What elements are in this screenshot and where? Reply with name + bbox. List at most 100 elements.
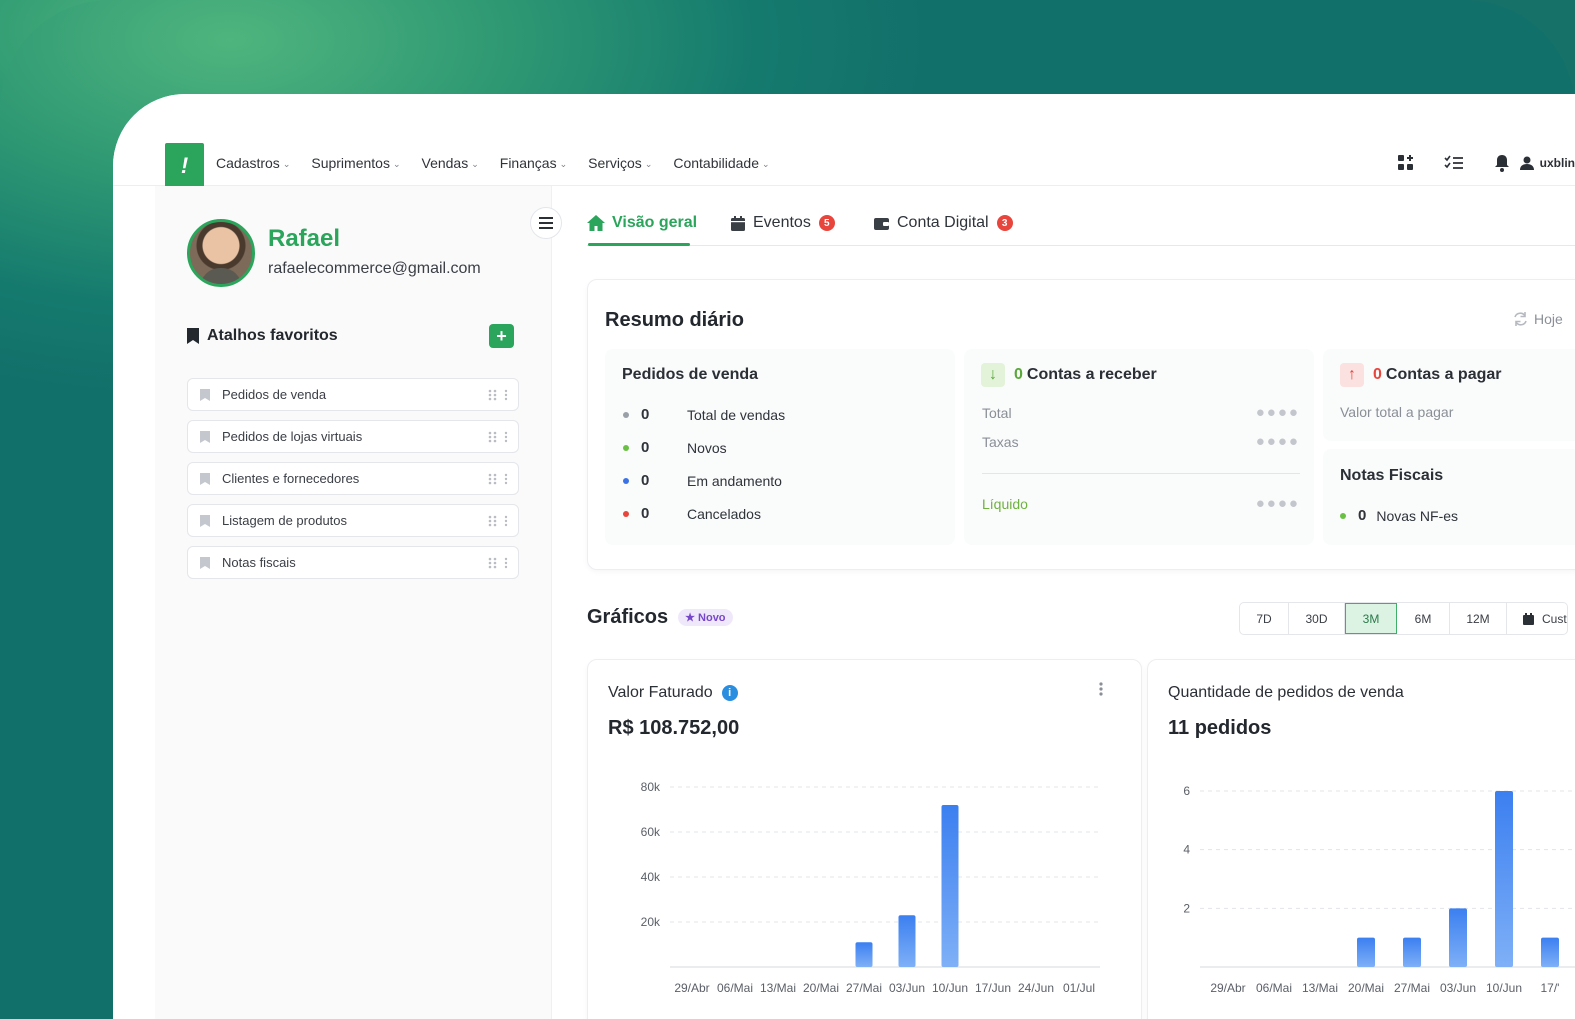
stat-novas-nfes[interactable]: 0 Novas NF-es: [1340, 507, 1458, 524]
star-icon: ★: [685, 612, 696, 624]
x-tick-label: 29/Abr: [674, 981, 709, 995]
range-6m[interactable]: 6M: [1397, 603, 1450, 634]
tab-conta-digital[interactable]: Conta Digital 3: [874, 214, 1013, 232]
add-favorite-button[interactable]: +: [489, 324, 514, 348]
stat-novos[interactable]: 0 Novos: [623, 439, 727, 456]
row-label: Taxas: [982, 433, 1019, 450]
receivables-net-row: Líquido ●●●●: [982, 495, 1300, 512]
tab-bar: Visão geral Eventos 5 Conta Digital 3: [587, 212, 1575, 246]
x-tick-label: 06/Mai: [717, 981, 753, 995]
bar[interactable]: [1541, 937, 1559, 967]
bar[interactable]: [1495, 791, 1513, 967]
drag-handle-icon[interactable]: [488, 389, 498, 401]
tab-eventos[interactable]: Eventos 5: [731, 214, 835, 232]
list-item[interactable]: Listagem de produtos: [187, 504, 519, 537]
menu-vendas[interactable]: Vendas ⌄: [422, 155, 479, 171]
period-selector[interactable]: Hoje: [1513, 311, 1563, 327]
drag-handle-icon[interactable]: [488, 431, 498, 443]
list-item[interactable]: Pedidos de venda: [187, 378, 519, 411]
bar[interactable]: [1357, 937, 1375, 967]
status-dot: [1340, 512, 1346, 519]
y-tick-label: 40k: [641, 870, 661, 884]
list-item[interactable]: Clientes e fornecedores: [187, 462, 519, 495]
list-item-label: Pedidos de lojas virtuais: [222, 429, 363, 444]
apps-add-icon[interactable]: [1396, 153, 1416, 173]
receivables-fees-row: Taxas ●●●●: [982, 433, 1300, 450]
bar[interactable]: [898, 915, 916, 967]
top-navbar: ! Cadastros ⌄ Suprimentos ⌄ Vendas ⌄ Finanç…: [113, 94, 1575, 189]
masked-value: ●●●●: [1255, 495, 1300, 512]
bookmark-icon: [200, 388, 210, 401]
panel-title: Notas Fiscais: [1340, 467, 1444, 484]
x-tick-label: 20/Mai: [803, 981, 839, 995]
checklist-icon[interactable]: [1444, 153, 1464, 173]
menu-servicos[interactable]: Serviços ⌄: [588, 155, 652, 171]
bar[interactable]: [1403, 937, 1421, 967]
status-dot: [623, 510, 629, 517]
invoices-panel: Notas Fiscais 0 Novas NF-es: [1323, 449, 1575, 545]
menu-contabilidade[interactable]: Contabilidade ⌄: [673, 155, 769, 171]
stat-cancelados[interactable]: 0 Cancelados: [623, 505, 761, 522]
menu-financas[interactable]: Finanças ⌄: [500, 155, 567, 171]
y-tick-label: 80k: [641, 780, 661, 794]
badge-label: Novo: [698, 611, 726, 624]
bar[interactable]: [855, 942, 873, 967]
x-tick-label: 01/Jul: [1063, 981, 1095, 995]
stat-label: Novas NF-es: [1376, 507, 1459, 524]
list-item[interactable]: Pedidos de lojas virtuais: [187, 420, 519, 453]
range-12m[interactable]: 12M: [1450, 603, 1507, 634]
bookmark-icon: [200, 430, 210, 443]
range-custom[interactable]: Cust: [1507, 603, 1567, 634]
more-vertical-icon[interactable]: [504, 557, 508, 569]
bell-icon[interactable]: [1492, 153, 1512, 173]
drag-handle-icon[interactable]: [488, 515, 498, 527]
x-tick-label: 03/Jun: [889, 981, 925, 995]
tab-visao-geral[interactable]: Visão geral: [587, 214, 697, 232]
more-vertical-icon[interactable]: [504, 389, 508, 401]
avatar[interactable]: [187, 219, 255, 287]
bookmark-icon: [187, 328, 199, 344]
x-tick-label: 27/Mai: [1394, 981, 1430, 995]
stat-value: 0: [641, 406, 650, 423]
panel-title: ↓ 0 Contas a receber: [981, 363, 1157, 387]
x-tick-label: 17/': [1541, 981, 1560, 995]
stat-total-vendas[interactable]: 0 Total de vendas: [623, 406, 785, 423]
list-item-label: Notas fiscais: [222, 555, 296, 570]
user-name: uxblin: [1539, 156, 1575, 170]
more-vertical-icon[interactable]: [504, 515, 508, 527]
more-vertical-icon[interactable]: [504, 431, 508, 443]
drag-handle-icon[interactable]: [488, 473, 498, 485]
tab-label: Eventos: [753, 214, 811, 231]
app-logo[interactable]: !: [165, 143, 204, 189]
hamburger-icon: [539, 217, 553, 229]
period-label: Hoje: [1534, 311, 1563, 327]
range-7d[interactable]: 7D: [1240, 603, 1289, 634]
chevron-down-icon: ⌄: [644, 158, 653, 169]
list-item[interactable]: Notas fiscais: [187, 546, 519, 579]
user-menu[interactable]: uxblin: [1519, 156, 1575, 170]
menu-cadastros[interactable]: Cadastros ⌄: [216, 155, 290, 171]
bar[interactable]: [1449, 908, 1467, 967]
y-tick-label: 20k: [641, 915, 661, 929]
charts-section-title: Gráficos ★ Novo: [587, 606, 733, 629]
drag-handle-icon[interactable]: [488, 557, 498, 569]
bar-chart-valor-faturado: 20k 40k 60k 80k 29/Abr 06/Mai 13/Mai 20/Mai 27/M…: [641, 780, 1100, 995]
status-dot: [623, 477, 629, 484]
chevron-down-icon: ⌄: [761, 158, 770, 169]
date-range-selector: 7D 30D 3M 6M 12M Cust: [1239, 602, 1568, 635]
x-tick-label: 03/Jun: [1440, 981, 1476, 995]
sidebar-toggle-button[interactable]: [530, 207, 562, 239]
range-custom-label: Cust: [1542, 611, 1567, 626]
bar[interactable]: [941, 805, 959, 967]
receivables-total-row: Total ●●●●: [982, 404, 1300, 421]
menu-label: Contabilidade: [673, 155, 759, 171]
menu-suprimentos[interactable]: Suprimentos ⌄: [311, 155, 400, 171]
x-tick-label: 17/Jun: [975, 981, 1011, 995]
stat-em-andamento[interactable]: 0 Em andamento: [623, 472, 782, 489]
range-30d[interactable]: 30D: [1289, 603, 1345, 634]
range-3m[interactable]: 3M: [1345, 603, 1397, 634]
chevron-down-icon: ⌄: [282, 158, 291, 169]
x-tick-label: 20/Mai: [1348, 981, 1384, 995]
more-vertical-icon[interactable]: [504, 473, 508, 485]
list-item-label: Pedidos de venda: [222, 387, 327, 402]
